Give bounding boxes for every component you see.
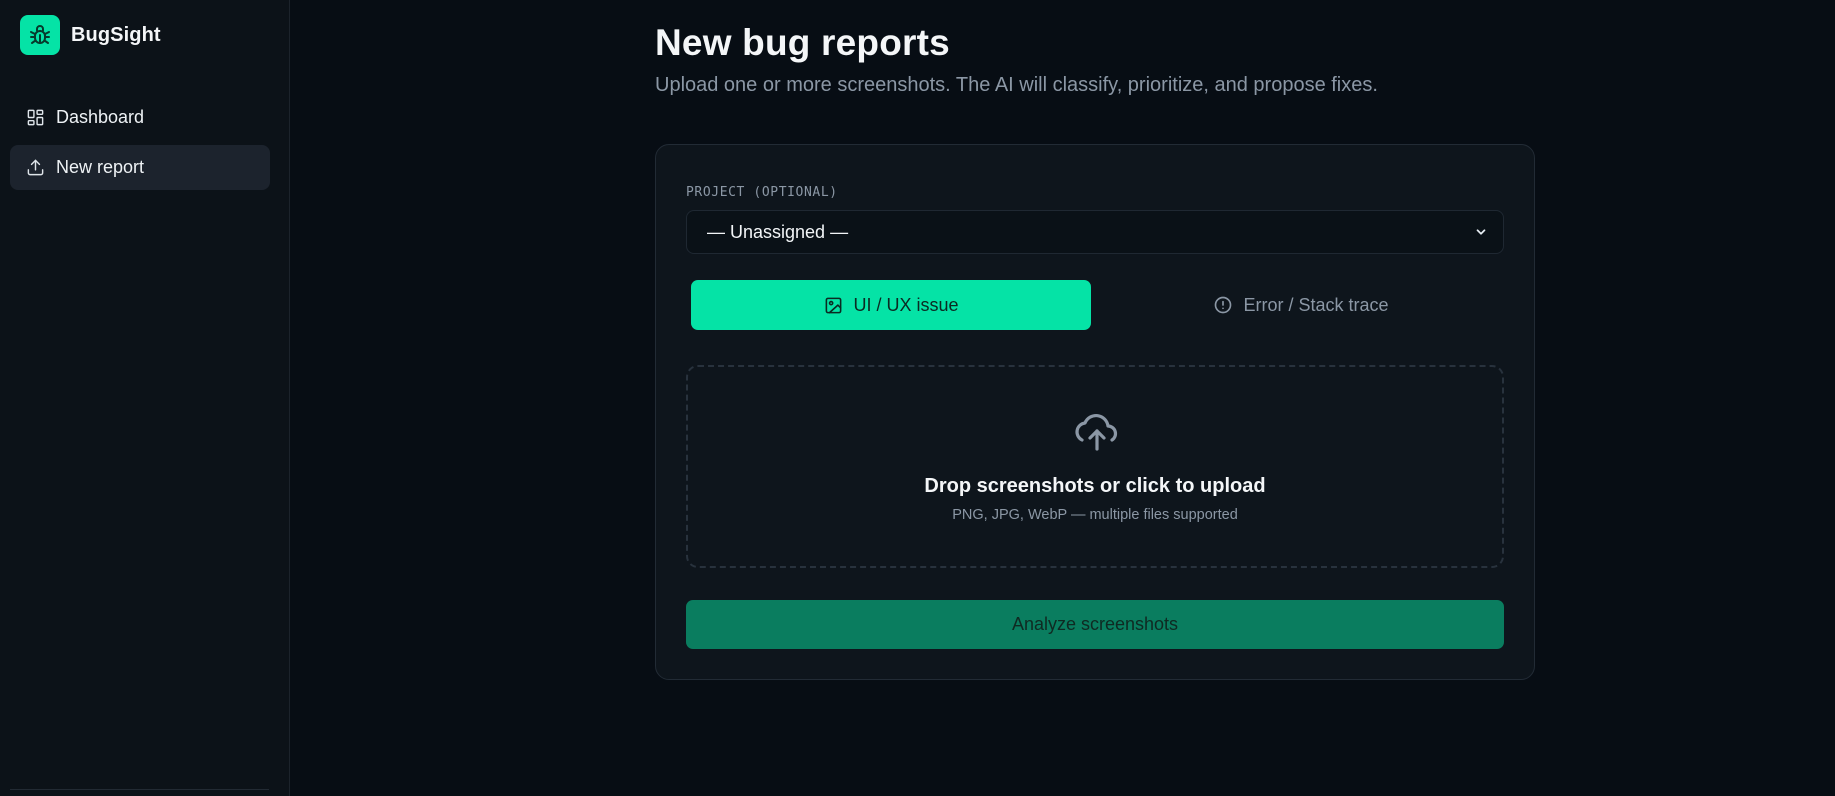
report-type-tabs: UI / UX issue Error / Stack trace bbox=[691, 280, 1501, 330]
app-root: BugSight Dashboard New report New bug re… bbox=[0, 0, 1835, 796]
tab-ui-ux-issue[interactable]: UI / UX issue bbox=[691, 280, 1091, 330]
sidebar-divider bbox=[10, 789, 269, 790]
tab-error-stack-trace[interactable]: Error / Stack trace bbox=[1101, 280, 1501, 330]
sidebar-item-label: Dashboard bbox=[56, 107, 145, 127]
analyze-screenshots-button[interactable]: Analyze screenshots bbox=[686, 600, 1504, 649]
tab-label: Error / Stack trace bbox=[1243, 294, 1389, 315]
page-header: New bug reports Upload one or more scree… bbox=[655, 22, 1378, 97]
cloud-upload-icon bbox=[1073, 407, 1121, 455]
sidebar-item-dashboard[interactable]: Dashboard bbox=[10, 95, 270, 140]
project-field-label: PROJECT (OPTIONAL) bbox=[686, 185, 838, 200]
project-select[interactable]: — Unassigned — bbox=[686, 210, 1504, 254]
sidebar-nav: Dashboard New report bbox=[10, 95, 270, 195]
page-title: New bug reports bbox=[655, 22, 950, 63]
screenshot-dropzone[interactable]: Drop screenshots or click to upload PNG,… bbox=[686, 365, 1504, 568]
alert-circle-icon bbox=[1213, 295, 1233, 315]
brand-name: BugSight bbox=[71, 23, 161, 46]
new-report-card: PROJECT (OPTIONAL) — Unassigned — UI / U bbox=[655, 144, 1535, 680]
image-icon bbox=[823, 295, 843, 315]
sidebar-item-label: New report bbox=[56, 157, 145, 177]
dropzone-title: Drop screenshots or click to upload bbox=[924, 475, 1266, 497]
brand[interactable]: BugSight bbox=[20, 15, 161, 55]
dashboard-grid-icon bbox=[25, 108, 45, 128]
sidebar-item-new-report[interactable]: New report bbox=[10, 145, 270, 190]
page-subtitle: Upload one or more screenshots. The AI w… bbox=[655, 74, 1378, 96]
upload-icon bbox=[25, 158, 45, 178]
bug-icon bbox=[20, 15, 60, 55]
sidebar: BugSight Dashboard New report bbox=[0, 0, 290, 796]
tab-label: UI / UX issue bbox=[853, 294, 959, 315]
chevron-down-icon bbox=[1473, 224, 1489, 240]
dropzone-hint: PNG, JPG, WebP — multiple files supporte… bbox=[952, 507, 1238, 523]
project-select-value: — Unassigned — bbox=[707, 221, 849, 242]
